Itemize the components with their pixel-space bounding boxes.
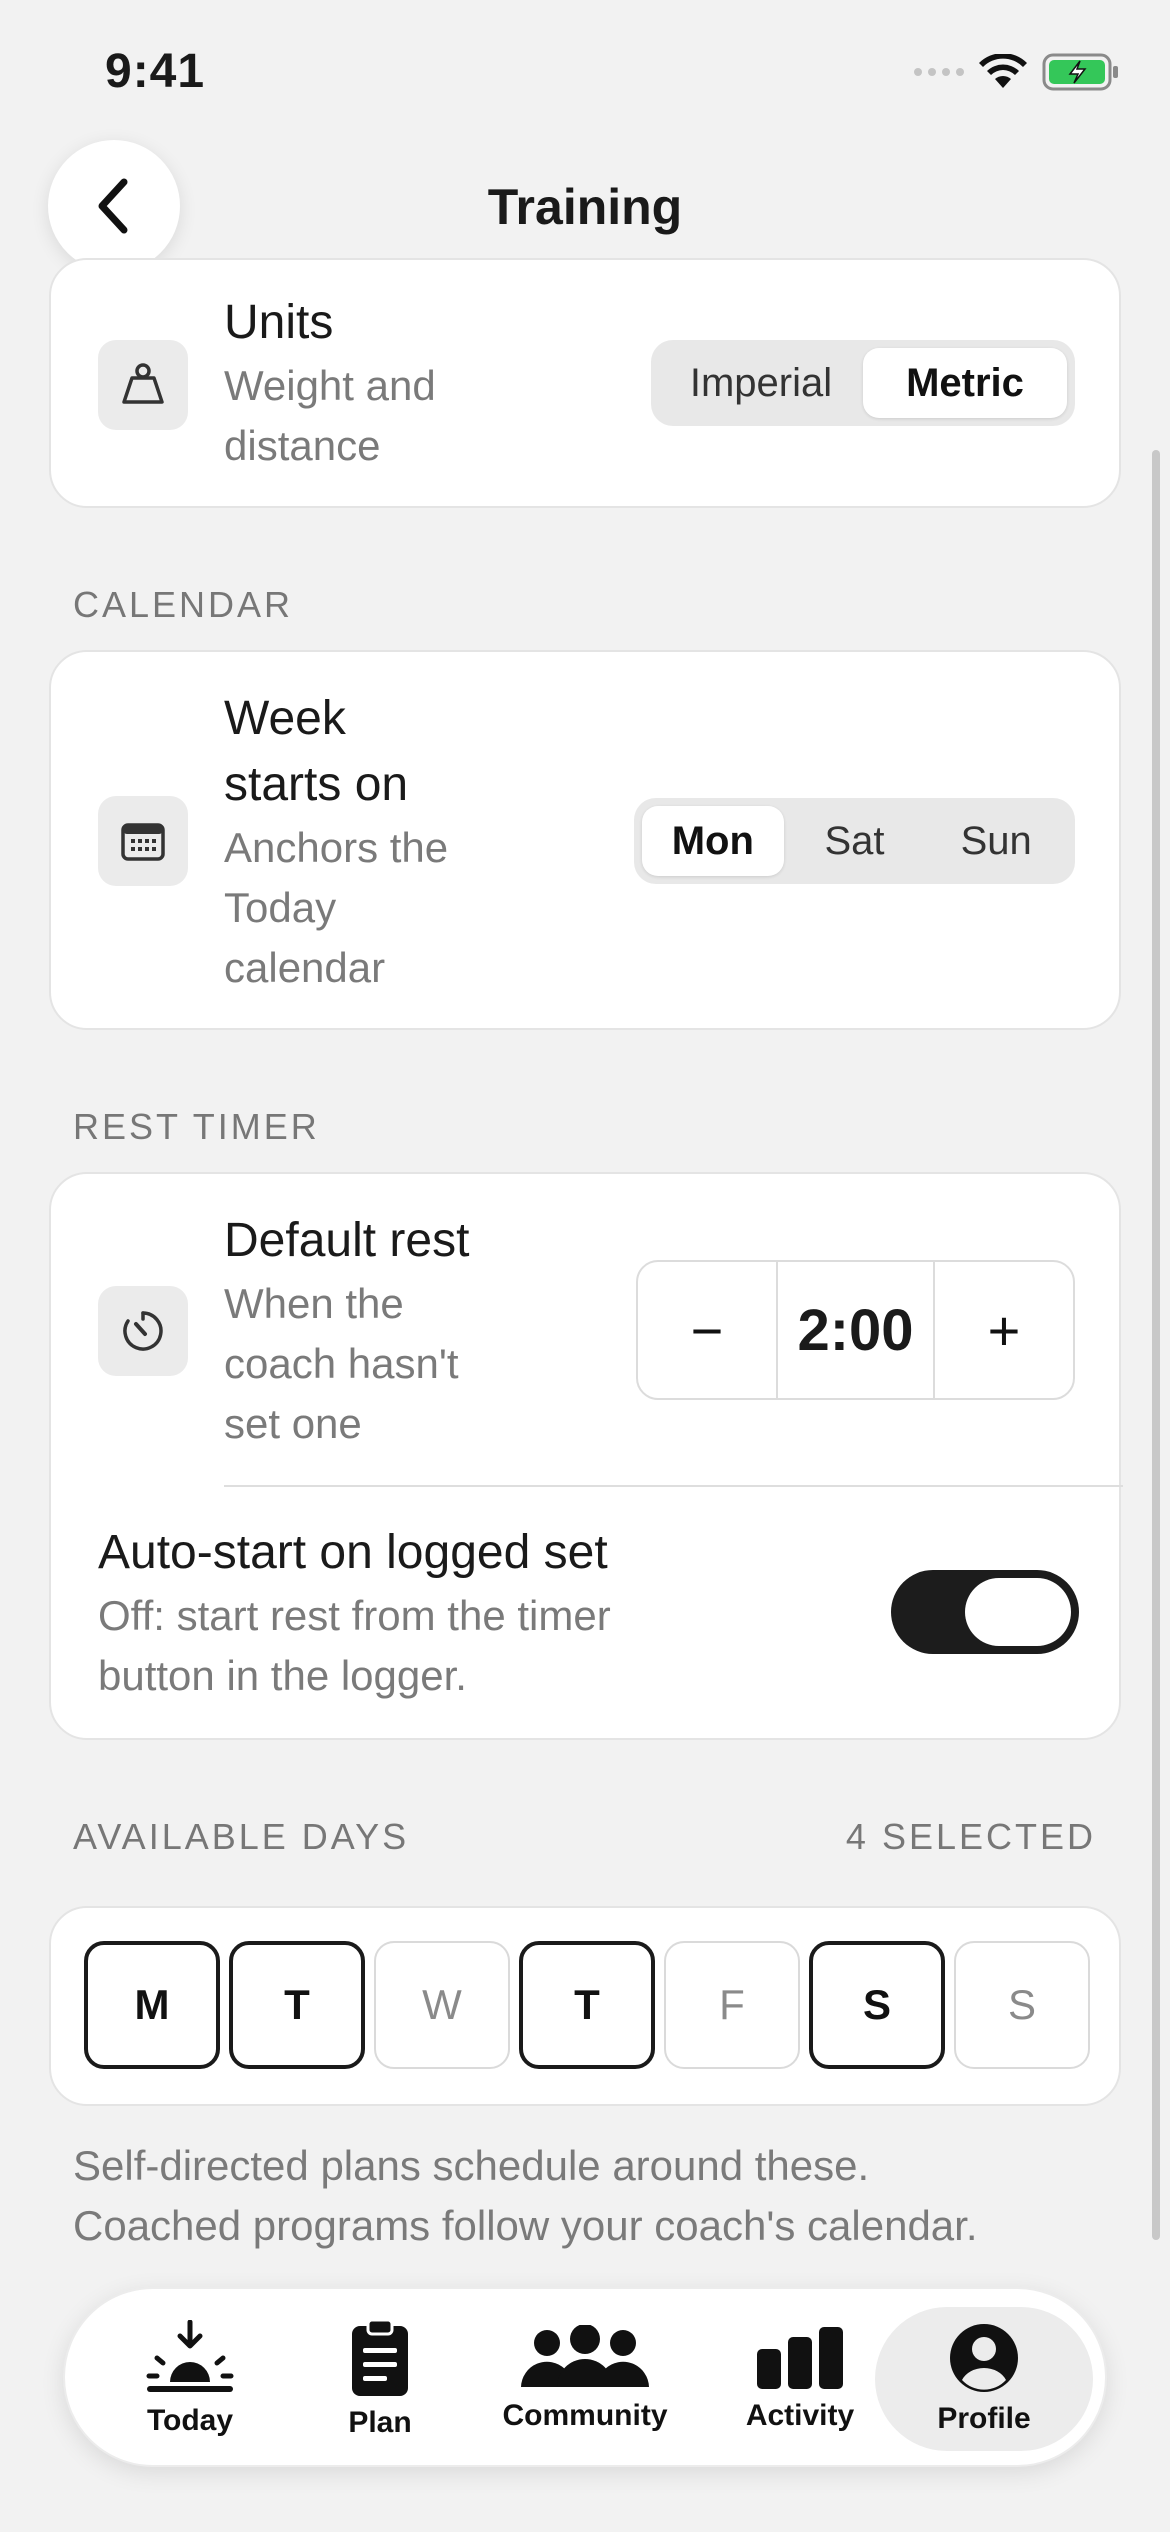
units-option-imperial[interactable]: Imperial <box>659 348 863 418</box>
day-toggle-sunday[interactable]: S <box>954 1941 1090 2069</box>
tab-plan[interactable]: Plan <box>325 2307 435 2451</box>
people-icon <box>521 2325 649 2387</box>
tab-community-label: Community <box>502 2399 668 2432</box>
status-icons <box>914 52 1120 92</box>
auto-start-subtitle-2: button in the logger. <box>98 1652 467 1699</box>
tab-activity[interactable]: Activity <box>730 2307 870 2451</box>
available-days-section-label: AVAILABLE DAYS <box>73 1816 410 1857</box>
timer-icon <box>98 1286 188 1376</box>
default-rest-title: Default rest <box>224 1214 470 1267</box>
rest-row-divider <box>224 1485 1123 1487</box>
tab-community[interactable]: Community <box>495 2307 675 2451</box>
tab-today-label: Today <box>146 2404 234 2437</box>
units-subtitle-1: Weight and <box>224 362 436 409</box>
calendar-card: Week starts on Anchors the Today calenda… <box>49 650 1121 1030</box>
page-title: Training <box>487 179 683 235</box>
rest-duration-value: 2:00 <box>776 1262 935 1398</box>
units-subtitle-2: distance <box>224 422 381 469</box>
person-icon <box>950 2324 1018 2392</box>
auto-start-title: Auto-start on logged set <box>98 1526 608 1579</box>
rest-duration-stepper[interactable]: − 2:00 + <box>636 1260 1075 1400</box>
clipboard-icon <box>352 2318 408 2396</box>
cellular-signal-icon <box>914 68 964 76</box>
week-start-segmented-control[interactable]: Mon Sat Sun <box>634 798 1075 884</box>
battery-charging-icon <box>1042 53 1118 91</box>
calendar-title-2: starts on <box>224 758 409 811</box>
calendar-title-1: Week <box>224 692 346 745</box>
week-start-option-sat[interactable]: Sat <box>784 806 926 876</box>
available-days-card: M T W T F S S <box>49 1906 1121 2106</box>
available-days-footnote: Self-directed plans schedule around thes… <box>73 2136 1133 2256</box>
footnote-line-1: Self-directed plans schedule around thes… <box>73 2142 870 2189</box>
tab-bar: Today Plan Community Activity Profile <box>63 2287 1107 2467</box>
calendar-icon <box>98 796 188 886</box>
status-time: 9:41 <box>105 45 206 98</box>
tab-profile[interactable]: Profile <box>875 2307 1093 2451</box>
week-start-option-mon[interactable]: Mon <box>642 806 784 876</box>
rest-timer-section-label: REST TIMER <box>73 1106 320 1147</box>
rest-decrement-button[interactable]: − <box>638 1262 776 1398</box>
tab-today[interactable]: Today <box>125 2307 255 2451</box>
rest-increment-button[interactable]: + <box>935 1262 1073 1398</box>
calendar-subtitle-2: Today <box>224 884 337 931</box>
toggle-knob <box>965 1578 1071 1646</box>
bar-chart-icon <box>757 2327 843 2389</box>
day-toggle-monday[interactable]: M <box>84 1941 220 2069</box>
calendar-section-label: CALENDAR <box>73 584 294 625</box>
week-start-option-sun[interactable]: Sun <box>925 806 1067 876</box>
day-toggle-thursday[interactable]: T <box>519 1941 655 2069</box>
units-card: Units Weight and distance Imperial Metri… <box>49 258 1121 508</box>
rest-timer-card: Default rest When the coach hasn't set o… <box>49 1172 1123 1740</box>
weight-icon <box>98 340 188 430</box>
default-rest-subtitle-2: coach hasn't <box>224 1340 459 1387</box>
units-title: Units <box>224 296 334 349</box>
wifi-icon <box>979 54 1027 88</box>
calendar-subtitle-1: Anchors the <box>224 824 449 871</box>
units-segmented-control[interactable]: Imperial Metric <box>651 340 1075 426</box>
scrollbar[interactable] <box>1152 450 1160 2240</box>
default-rest-subtitle-3: set one <box>224 1400 362 1447</box>
tab-plan-label: Plan <box>348 2406 412 2439</box>
default-rest-subtitle-1: When the <box>224 1280 404 1327</box>
tab-activity-label: Activity <box>745 2399 855 2432</box>
available-days-count: 4 SELECTED <box>845 1816 1096 1857</box>
auto-start-subtitle-1: Off: start rest from the timer <box>98 1592 611 1639</box>
day-toggle-tuesday[interactable]: T <box>229 1941 365 2069</box>
day-toggle-friday[interactable]: F <box>664 1941 800 2069</box>
day-toggle-saturday[interactable]: S <box>809 1941 945 2069</box>
auto-start-toggle[interactable] <box>891 1570 1079 1654</box>
calendar-subtitle-3: calendar <box>224 944 386 991</box>
day-toggle-wednesday[interactable]: W <box>374 1941 510 2069</box>
tab-profile-label: Profile <box>937 2402 1031 2435</box>
footnote-line-2: Coached programs follow your coach's cal… <box>73 2202 978 2249</box>
sunrise-icon <box>146 2320 234 2392</box>
units-option-metric[interactable]: Metric <box>863 348 1067 418</box>
